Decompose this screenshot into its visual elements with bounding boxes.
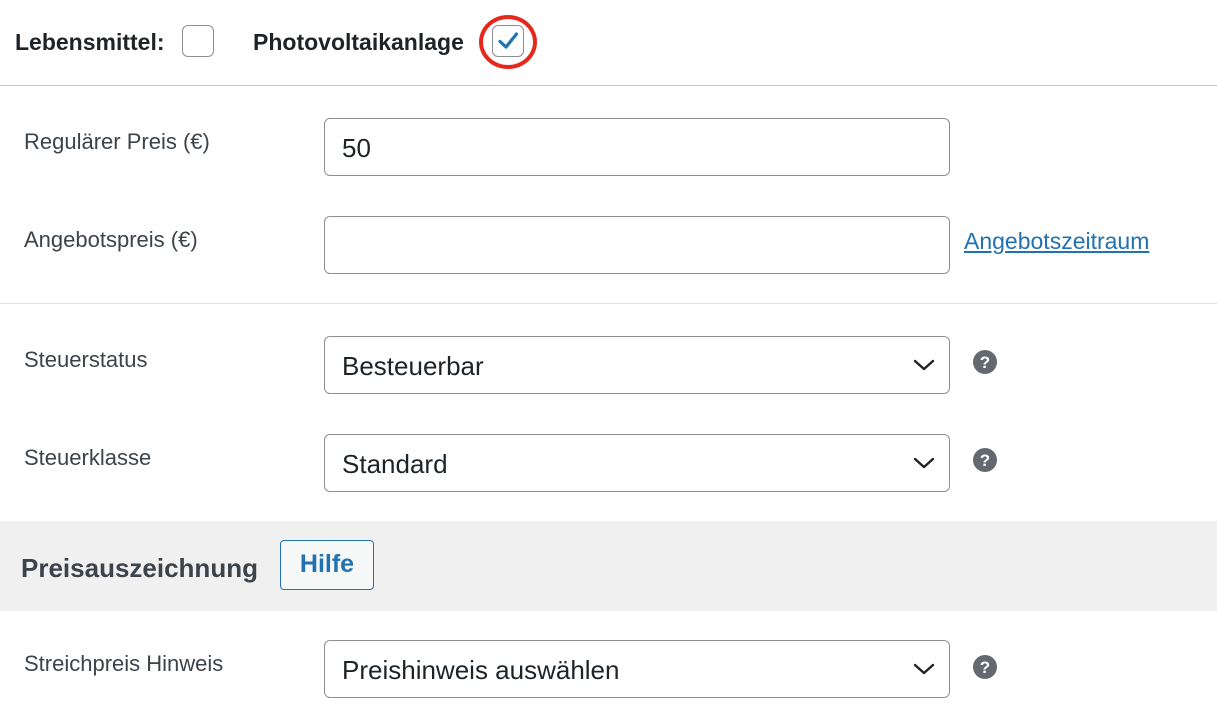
sale-price-label: Angebotspreis (€): [24, 227, 198, 252]
help-icon[interactable]: ?: [972, 349, 998, 375]
regular-price-input[interactable]: 50: [324, 118, 950, 176]
highlight-circle: [479, 15, 537, 69]
strike-price-value: Preishinweis auswählen: [342, 655, 620, 685]
svg-text:?: ?: [980, 658, 990, 677]
help-icon[interactable]: ?: [972, 447, 998, 473]
sale-price-input[interactable]: [324, 216, 950, 274]
regular-price-value: 50: [342, 133, 371, 163]
food-checkbox[interactable]: [182, 25, 214, 57]
help-button[interactable]: Hilfe: [280, 540, 374, 590]
chevron-down-icon: [913, 663, 935, 675]
photovoltaic-label: Photovoltaikanlage: [253, 29, 464, 55]
tax-status-select[interactable]: Besteuerbar: [324, 336, 950, 394]
strike-price-label: Streichpreis Hinweis: [24, 651, 224, 676]
food-label: Lebensmittel:: [15, 29, 165, 55]
product-type-bar: Lebensmittel: Photovoltaikanlage: [0, 0, 1217, 86]
section-title: Preisauszeichnung: [21, 553, 258, 583]
tax-status-label: Steuerstatus: [24, 347, 148, 372]
svg-text:?: ?: [980, 353, 990, 372]
tax-class-value: Standard: [342, 449, 448, 479]
svg-text:?: ?: [980, 451, 990, 470]
tax-class-select[interactable]: Standard: [324, 434, 950, 492]
help-icon[interactable]: ?: [972, 654, 998, 680]
strike-price-select[interactable]: Preishinweis auswählen: [324, 640, 950, 698]
chevron-down-icon: [913, 359, 935, 371]
regular-price-label: Regulärer Preis (€): [24, 129, 210, 154]
chevron-down-icon: [913, 457, 935, 469]
tax-class-label: Steuerklasse: [24, 445, 152, 470]
divider: [0, 303, 1217, 304]
tax-status-value: Besteuerbar: [342, 351, 484, 381]
sale-schedule-link[interactable]: Angebotszeitraum: [964, 226, 1149, 256]
